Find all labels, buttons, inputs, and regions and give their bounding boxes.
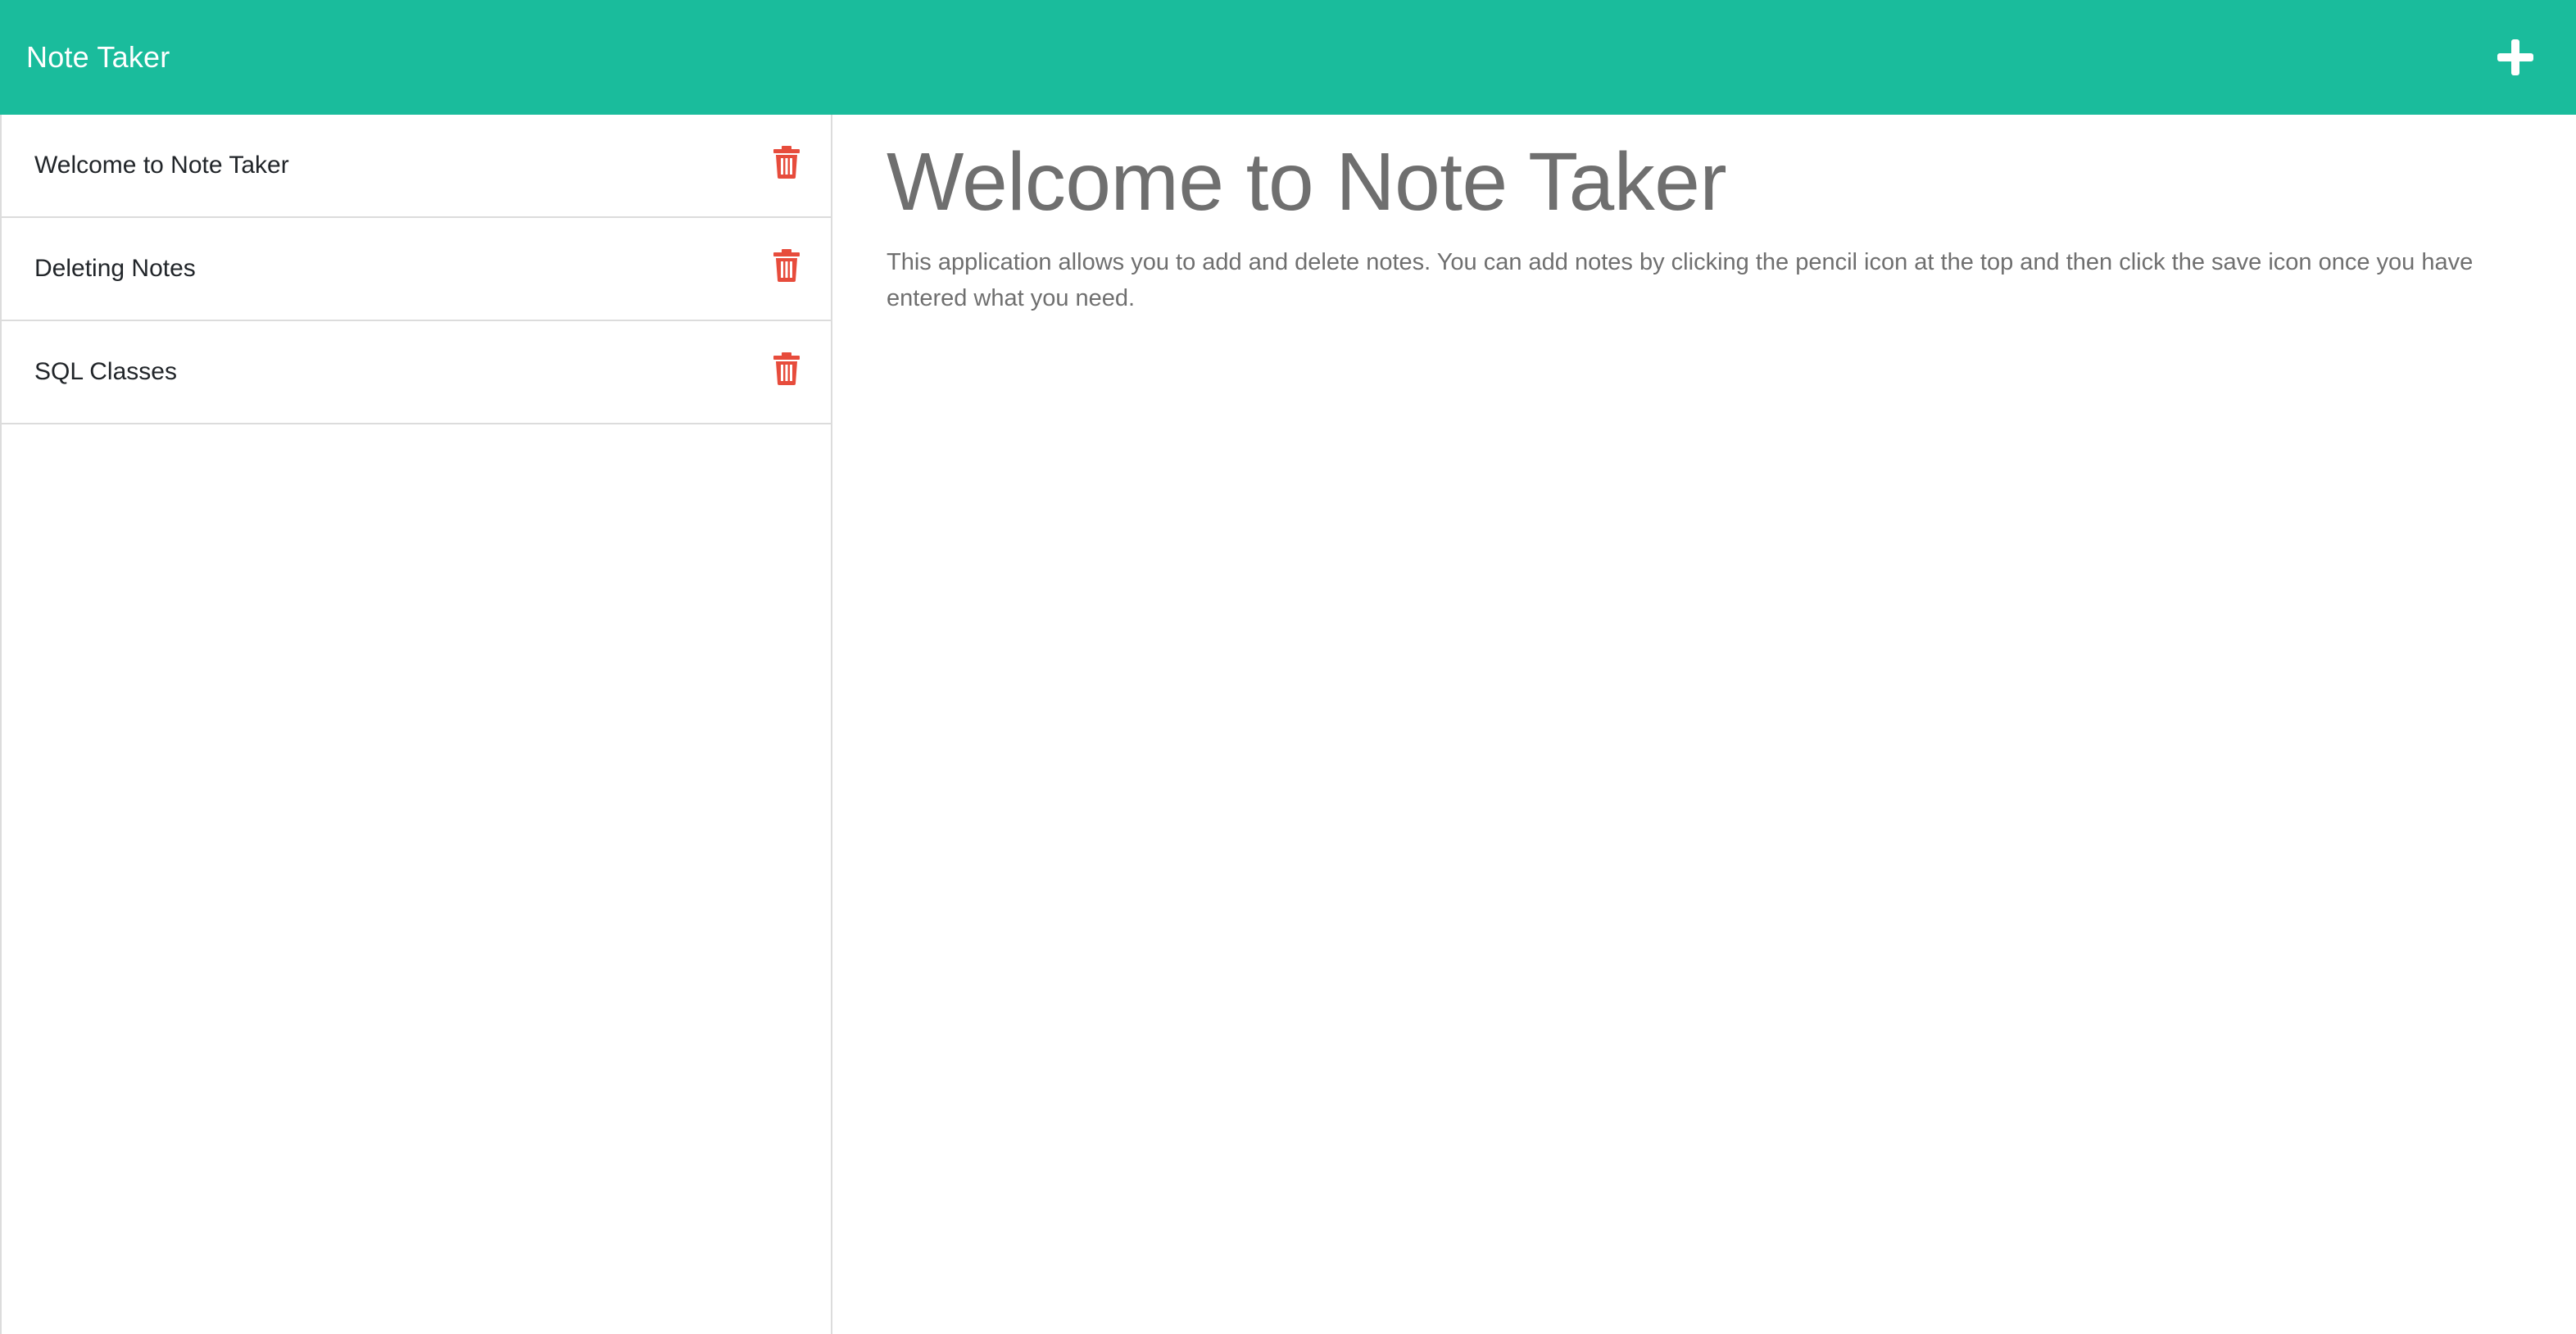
- plus-icon: [2497, 39, 2533, 75]
- trash-icon[interactable]: [773, 249, 800, 282]
- note-view: Welcome to Note Taker This application a…: [832, 115, 2576, 1334]
- note-text: This application allows you to add and d…: [887, 249, 2474, 311]
- note-list-item[interactable]: SQL Classes: [2, 321, 831, 424]
- note-title: Welcome to Note Taker: [887, 136, 1727, 228]
- app-container: Welcome to Note Taker Deleting Notes SQL…: [0, 115, 2576, 1334]
- note-list-item-title: SQL Classes: [34, 358, 177, 385]
- new-note-button[interactable]: [2489, 31, 2542, 84]
- trash-icon[interactable]: [773, 146, 800, 179]
- note-list-item-title: Welcome to Note Taker: [34, 152, 289, 179]
- note-list: Welcome to Note Taker Deleting Notes SQL…: [2, 115, 831, 424]
- trash-icon[interactable]: [773, 352, 800, 385]
- note-list-item-title: Deleting Notes: [34, 255, 196, 282]
- note-list-item[interactable]: Deleting Notes: [2, 218, 831, 321]
- app-brand[interactable]: Note Taker: [26, 43, 170, 72]
- note-list-item[interactable]: Welcome to Note Taker: [2, 115, 831, 218]
- navbar: Note Taker: [0, 0, 2576, 115]
- notes-sidebar: Welcome to Note Taker Deleting Notes SQL…: [0, 115, 832, 1334]
